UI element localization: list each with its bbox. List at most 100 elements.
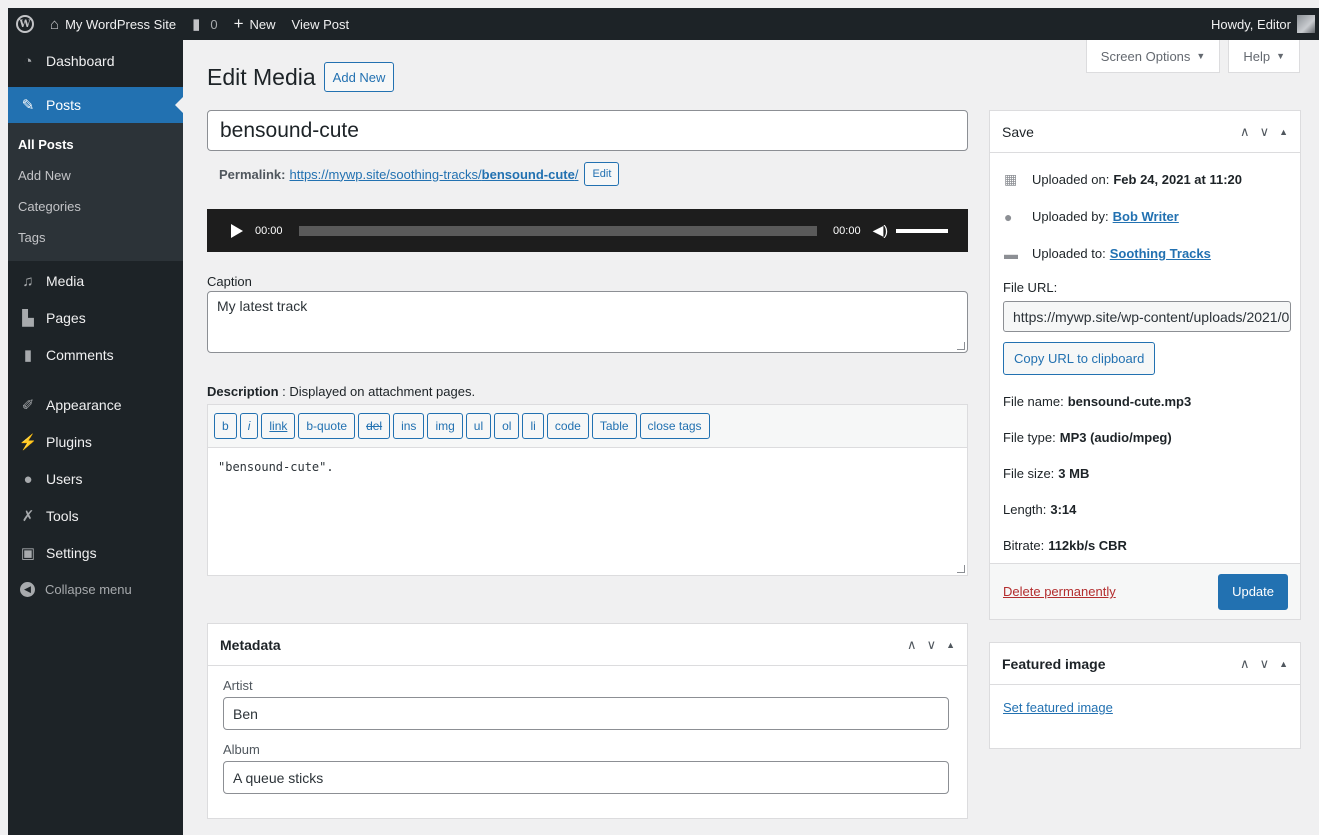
uploaded-by-link[interactable]: Bob Writer — [1113, 209, 1179, 224]
dashboard-icon: ◔ — [23, 52, 33, 70]
file-url-input[interactable]: https://mywp.site/wp-content/uploads/202… — [1003, 301, 1291, 332]
play-icon[interactable] — [231, 223, 243, 238]
artist-input[interactable]: Ben — [223, 697, 949, 730]
qt-code-button[interactable]: code — [546, 413, 589, 439]
submenu-add-new[interactable]: Add New — [8, 160, 183, 191]
qt-ins-button[interactable]: ins — [393, 413, 425, 439]
move-down-icon[interactable]: ∨ — [927, 637, 937, 653]
sidebar-item-pages[interactable]: ▙ Pages — [8, 300, 183, 336]
move-down-icon[interactable]: ∨ — [1260, 656, 1270, 672]
audio-player: 00:00 00:00 ◀) — [207, 209, 968, 252]
move-down-icon[interactable]: ∨ — [1260, 124, 1270, 140]
album-input[interactable]: A queue sticks — [223, 761, 949, 794]
qt-close-tags-button[interactable]: close tags — [639, 413, 710, 439]
qt-ul-button[interactable]: ul — [465, 413, 492, 439]
page-heading: Edit Media Add New — [207, 62, 395, 92]
toggle-panel-icon[interactable]: ▲ — [1279, 656, 1288, 672]
artist-label: Artist — [223, 678, 253, 693]
collapse-menu-label: Collapse menu — [45, 581, 132, 597]
sidebar-item-label: Media — [46, 273, 85, 289]
seek-bar[interactable] — [298, 225, 818, 236]
sidebar-item-appearance[interactable]: ✐ Appearance — [8, 387, 183, 423]
sidebar-item-users[interactable]: ● Users — [8, 461, 183, 497]
permalink-link[interactable]: https://mywp.site/soothing-tracks/bensou… — [289, 167, 578, 182]
major-publishing-actions: Delete permanently Update — [990, 563, 1300, 619]
description-textarea[interactable]: "bensound-cute". — [208, 448, 967, 486]
screen-meta-links: Screen Options ▼ Help ▼ — [1085, 40, 1300, 73]
comments-link[interactable]: ▮ 0 — [184, 8, 226, 40]
admin-sidebar: ◔ Dashboard ✎ Posts All Posts Add New Ca… — [8, 40, 183, 835]
title-input[interactable]: bensound-cute — [207, 110, 968, 151]
howdy-text: Howdy, Editor — [1211, 16, 1291, 32]
comment-icon: ▮ — [23, 347, 33, 364]
metadata-box: Metadata ∧ ∨ ▲ Artist Ben Album A queue … — [207, 623, 968, 819]
sidebar-item-tools[interactable]: ✗ Tools — [8, 498, 183, 534]
users-icon: ● — [23, 470, 33, 488]
uploaded-by-label: Uploaded by: — [1032, 209, 1109, 224]
permalink: Permalink: https://mywp.site/soothing-tr… — [219, 162, 620, 186]
wrench-icon: ✗ — [21, 508, 35, 525]
sidebar-item-media[interactable]: ♫ Media — [8, 263, 183, 299]
move-up-icon[interactable]: ∧ — [907, 637, 917, 653]
duration: 00:00 — [833, 224, 861, 237]
sidebar-item-posts[interactable]: ✎ Posts — [8, 87, 183, 123]
file-size: File size: 3 MB — [990, 455, 1300, 491]
move-up-icon[interactable]: ∧ — [1240, 124, 1250, 140]
uploaded-to-link[interactable]: Soothing Tracks — [1110, 246, 1211, 261]
qt-li-button[interactable]: li — [522, 413, 544, 439]
add-new-button[interactable]: Add New — [323, 62, 395, 92]
qt-del-button[interactable]: del — [358, 413, 391, 439]
site-name-link[interactable]: ⌂ My WordPress Site — [42, 8, 184, 40]
view-post-label: View Post — [291, 16, 350, 32]
qt-img-button[interactable]: img — [427, 413, 463, 439]
sidebar-item-label: Pages — [46, 310, 86, 326]
screen-options-label: Screen Options — [1100, 48, 1191, 64]
volume-icon[interactable]: ◀) — [873, 222, 888, 239]
caption-textarea[interactable]: My latest track — [207, 291, 968, 353]
sidebar-item-plugins[interactable]: ⚡ Plugins — [8, 424, 183, 460]
resize-handle-icon[interactable] — [957, 342, 965, 350]
length: Length: 3:14 — [990, 491, 1300, 527]
file-size-value: 3 MB — [1058, 465, 1090, 481]
submenu-all-posts[interactable]: All Posts — [8, 129, 183, 160]
qt-bold-button[interactable]: b — [214, 413, 237, 439]
uploaded-on-label: Uploaded on: — [1032, 172, 1110, 187]
resize-handle-icon[interactable] — [957, 565, 965, 573]
wordpress-logo-icon: W — [16, 15, 34, 33]
toggle-panel-icon[interactable]: ▲ — [1279, 124, 1288, 140]
copy-url-button[interactable]: Copy URL to clipboard — [1003, 342, 1156, 375]
submenu-categories[interactable]: Categories — [8, 191, 183, 222]
qt-blockquote-button[interactable]: b-quote — [298, 413, 356, 439]
sidebar-item-dashboard[interactable]: ◔ Dashboard — [8, 43, 183, 79]
toggle-panel-icon[interactable]: ▲ — [946, 637, 955, 653]
media-icon: ♫ — [22, 272, 34, 290]
sidebar-item-comments[interactable]: ▮ Comments — [8, 337, 183, 373]
sidebar-item-label: Dashboard — [46, 53, 115, 69]
help-button[interactable]: Help ▼ — [1228, 40, 1300, 73]
uploaded-on: ▦ Uploaded on: Feb 24, 2021 at 11:20 — [990, 161, 1300, 198]
submenu-tags[interactable]: Tags — [8, 222, 183, 253]
edit-permalink-button[interactable]: Edit — [584, 162, 620, 186]
qt-ol-button[interactable]: ol — [494, 413, 520, 439]
delete-permanently-link[interactable]: Delete permanently — [1003, 584, 1116, 599]
caret-down-icon: ▼ — [1276, 51, 1285, 61]
set-featured-image-link[interactable]: Set featured image — [1003, 700, 1113, 715]
move-up-icon[interactable]: ∧ — [1240, 656, 1250, 672]
screen-options-button[interactable]: Screen Options ▼ — [1085, 40, 1221, 73]
collapse-menu-button[interactable]: ◀ Collapse menu — [8, 571, 183, 607]
quicktags-toolbar: b i link b-quote del ins img ul ol li co… — [208, 405, 967, 448]
plus-icon: + — [233, 14, 244, 33]
qt-italic-button[interactable]: i — [239, 413, 259, 439]
volume-slider[interactable] — [896, 228, 948, 233]
file-name-value: bensound-cute.mp3 — [1067, 393, 1192, 409]
sidebar-item-settings[interactable]: ▣ Settings — [8, 535, 183, 571]
update-button[interactable]: Update — [1218, 573, 1288, 610]
uploaded-to-label: Uploaded to: — [1032, 246, 1106, 261]
my-account-menu[interactable]: Howdy, Editor — [1211, 15, 1319, 33]
new-content-menu[interactable]: + New — [226, 8, 284, 40]
featured-image-box: Featured image ∧ ∨ ▲ Set featured image — [989, 642, 1301, 749]
qt-table-button[interactable]: Table — [591, 413, 637, 439]
qt-link-button[interactable]: link — [261, 413, 296, 439]
view-post-link[interactable]: View Post — [284, 8, 358, 40]
wordpress-logo-menu[interactable]: W — [8, 8, 42, 40]
